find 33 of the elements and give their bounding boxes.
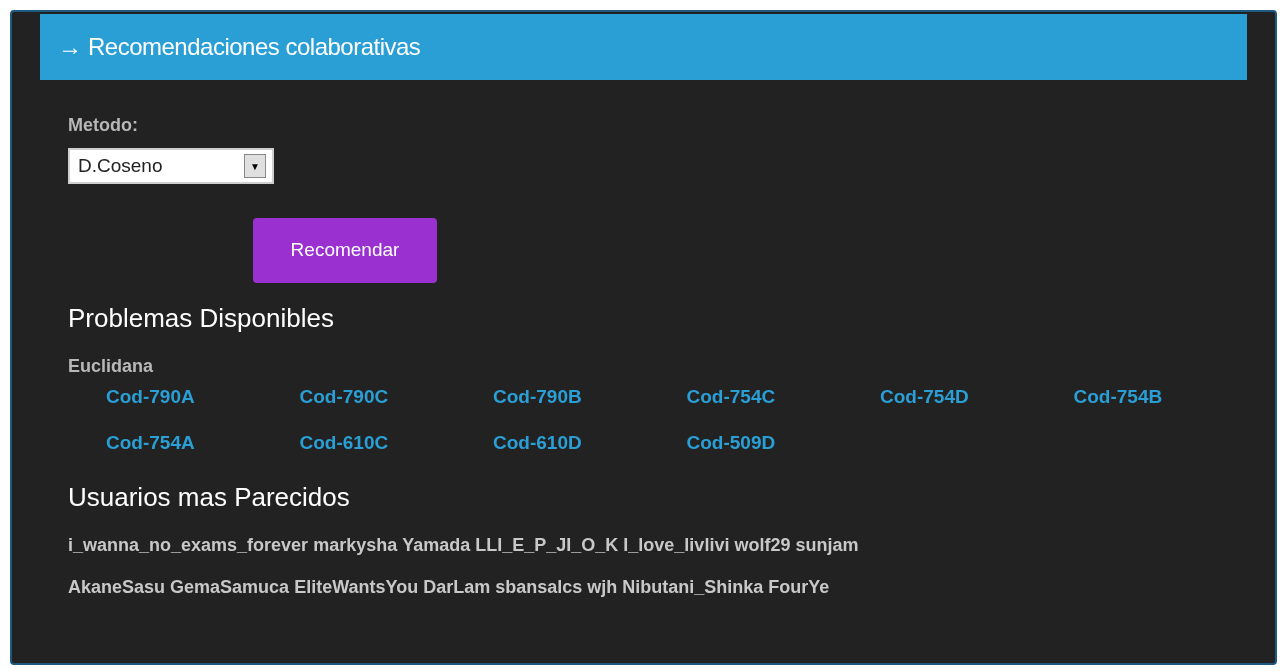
problem-link[interactable]: Cod-754D bbox=[880, 386, 969, 407]
problem-link[interactable]: Cod-754C bbox=[686, 386, 776, 407]
field-label: Metodo: bbox=[68, 114, 139, 136]
recommend-button[interactable]: Recomendar bbox=[253, 218, 437, 283]
section-heading: Problemas Disponibles bbox=[68, 303, 335, 333]
user-name: Yamada bbox=[402, 534, 471, 556]
user-name: AkaneSasu bbox=[68, 576, 166, 598]
panel-title: Recomendaciones colaborativas bbox=[88, 32, 421, 62]
user-name: GemaSamuca bbox=[170, 576, 290, 598]
arrow-icon: → bbox=[58, 29, 82, 65]
user-name: sbansalcs bbox=[495, 576, 583, 598]
problem-link[interactable]: Cod-790B bbox=[493, 386, 582, 407]
problem-link[interactable]: Cod-509D bbox=[686, 432, 776, 453]
user-name: DarLam bbox=[423, 576, 491, 598]
problem-link[interactable]: Cod-754A bbox=[106, 432, 195, 453]
user-name: FourYe bbox=[768, 576, 830, 598]
problem-link[interactable]: Cod-790C bbox=[299, 386, 389, 407]
user-name: EliteWantsYou bbox=[294, 576, 419, 598]
problem-link[interactable]: Cod-610C bbox=[299, 432, 389, 453]
user-name: Nibutani_Shinka bbox=[622, 576, 764, 598]
user-name: LLI_E_P_JI_O_K bbox=[475, 534, 619, 556]
group-label: Euclidana bbox=[68, 355, 155, 377]
user-name: I_love_livlivi bbox=[623, 534, 730, 556]
user-name: markysha bbox=[313, 534, 398, 556]
user-name: sunjam bbox=[795, 534, 859, 556]
problem-link[interactable]: Cod-754B bbox=[1073, 386, 1163, 407]
section-heading: Usuarios mas Parecidos bbox=[68, 482, 351, 512]
user-name: wjh bbox=[587, 576, 618, 598]
user-name: wolf29 bbox=[734, 534, 791, 556]
user-name: i_wanna_no_exams_forever bbox=[68, 534, 309, 556]
problem-link[interactable]: Cod-790A bbox=[106, 386, 195, 407]
method-select[interactable]: D.Coseno ▼ bbox=[68, 148, 274, 184]
problem-link[interactable]: Cod-610D bbox=[493, 432, 582, 453]
